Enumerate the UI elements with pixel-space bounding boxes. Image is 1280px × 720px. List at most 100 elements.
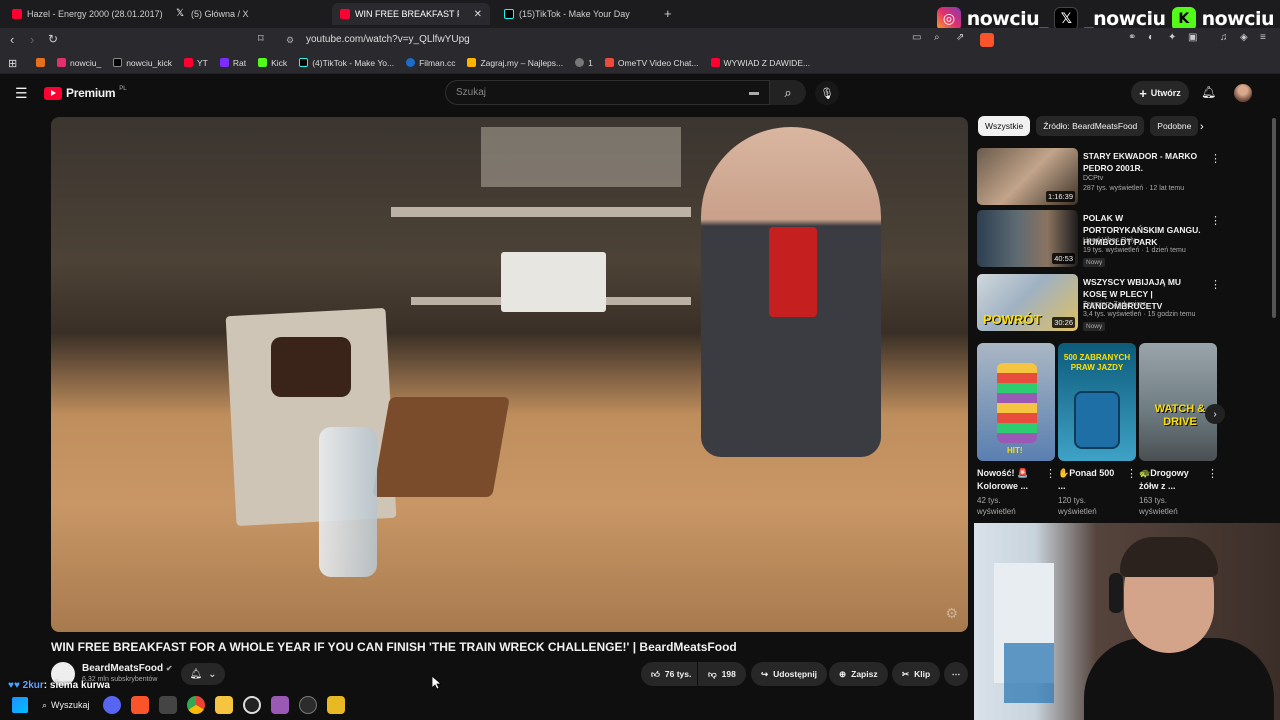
related-video[interactable]: 40:53 POLAK W PORTORYKAŃSKIM GANGU. HUMB… (977, 210, 1222, 270)
channel-name[interactable]: BeardMeatsFood ✔ (82, 663, 173, 674)
menu-icon[interactable]: ≡ (1260, 32, 1266, 43)
crayon-basket (372, 397, 510, 497)
bookmark-item[interactable]: nowciu_ (57, 58, 101, 68)
more-options-icon[interactable]: ⋮ (1210, 152, 1221, 165)
bookmark-item[interactable]: (4)TikTok - Make Yo... (299, 58, 394, 68)
short-title[interactable]: 🐢Drogowy żółw z ... (1139, 467, 1203, 493)
chrome-icon[interactable] (187, 696, 206, 714)
hamburger-menu-icon[interactable]: ☰ (15, 85, 28, 102)
share-page-icon[interactable]: ⇗ (956, 32, 964, 43)
related-video[interactable]: 1:16:39 STARY EKWADOR - MARKO PEDRO 2001… (977, 148, 1222, 208)
like-button[interactable]: 👍︎ 76 tys. (641, 662, 697, 686)
bookmark-item[interactable]: OmeTV Video Chat... (604, 58, 699, 68)
more-options-icon[interactable]: ⋮ (1045, 467, 1056, 480)
tab-label: WIN FREE BREAKFAST FOR A (355, 9, 459, 19)
bookmark-item[interactable]: Kick (258, 58, 287, 68)
short-item[interactable]: WATCH & DRIVE 🐢Drogowy żółw z ... 163 ty… (1139, 343, 1218, 523)
short-thumbnail[interactable]: 500 ZABRANYCH PRAW JAZDY (1058, 343, 1136, 461)
save-button[interactable]: ⊕ Zapisz (829, 662, 888, 686)
bookmark-item[interactable]: nowciu_kick (113, 58, 172, 68)
related-title[interactable]: STARY EKWADOR - MARKO PEDRO 2001r. (1083, 150, 1203, 174)
related-video[interactable]: POWRÓT 30:26 WSZYSCY WBIJAJĄ MU KOSĘ W P… (977, 274, 1222, 334)
related-channel[interactable]: Hood Vibes Only (1083, 237, 1135, 244)
taskbar-search[interactable]: ⌕ Wyszukaj (38, 700, 93, 711)
subscription-bell-button[interactable]: 🔔︎ ⌄ (181, 663, 225, 685)
extensions-puzzle-icon[interactable]: ✦ (1168, 32, 1176, 43)
sidebar-scrollbar[interactable] (1272, 118, 1276, 318)
bookmark-item[interactable]: Rat (219, 58, 246, 68)
short-item[interactable]: HIT! Nowość! 🚨 Kolorowe ... 42 tys. wyśw… (977, 343, 1056, 523)
microwave (501, 252, 606, 312)
folder-icon[interactable] (215, 696, 234, 714)
brave-shields-icon[interactable] (980, 33, 994, 47)
more-options-icon[interactable]: ⋮ (1210, 278, 1221, 291)
apps-grid-icon[interactable]: ⊞ (8, 57, 17, 70)
shorts-next-button[interactable]: › (1205, 404, 1225, 424)
video-player[interactable]: ⚙ (51, 117, 968, 632)
youtube-logo[interactable]: Premium PL (44, 86, 127, 100)
bookmark-folder[interactable] (36, 58, 45, 67)
bookmark-item[interactable]: WYWIAD Z DAWIDE... (710, 58, 810, 68)
short-thumbnail[interactable]: WATCH & DRIVE (1139, 343, 1217, 461)
vpn-icon[interactable]: ⚭ (1128, 32, 1136, 43)
bookmark-icon[interactable]: ⌑ (258, 32, 264, 45)
bookmark-item[interactable]: Zagraj.my – Najleps... (467, 58, 563, 68)
zoom-icon[interactable]: ⌕ (934, 32, 940, 43)
search-placeholder: Szukaj (456, 87, 487, 98)
chevron-right-icon[interactable]: › (1200, 121, 1204, 133)
account-avatar[interactable] (1234, 84, 1252, 102)
site-info-icon[interactable]: ⚙ (286, 30, 294, 50)
tab-tiktok[interactable]: (15)TikTok - Make Your Day (496, 3, 656, 25)
tab-x[interactable]: 𝕏 (5) Główna / X (168, 3, 328, 25)
new-tab-button[interactable]: + (664, 6, 672, 21)
close-tab-icon[interactable]: ✕ (468, 9, 482, 20)
video-thumbnail[interactable]: POWRÓT 30:26 (977, 274, 1078, 331)
create-button[interactable]: + Utwórz (1131, 81, 1189, 105)
chip-all[interactable]: Wszystkie (978, 116, 1031, 136)
related-channel[interactable]: Teemiorz Zadymiorz (1083, 301, 1146, 308)
more-options-icon[interactable]: ⋮ (1207, 467, 1218, 480)
short-title[interactable]: Nowość! 🚨 Kolorowe ... (977, 467, 1041, 493)
related-channel[interactable]: DCPtv (1083, 175, 1103, 182)
share-button[interactable]: ↪ Udostępnij (751, 662, 828, 686)
chip-similar[interactable]: Podobne (1150, 116, 1199, 136)
search-input[interactable]: Szukaj ▬ (445, 80, 770, 105)
tab-hazel[interactable]: Hazel - Energy 2000 (28.01.2017) - Yo (4, 3, 164, 25)
sidebar-icon[interactable]: ▣ (1188, 32, 1197, 43)
search-button[interactable]: ⌕ (770, 80, 806, 105)
dislike-button[interactable]: 👎︎ 198 (698, 662, 746, 686)
short-thumbnail[interactable]: HIT! (977, 343, 1055, 461)
notifications-bell-icon[interactable]: 🔔︎ (1201, 85, 1216, 99)
keyboard-icon[interactable]: ▬ (749, 81, 759, 104)
short-title[interactable]: ✋Ponad 500 ... (1058, 467, 1122, 493)
bookmark-item[interactable]: 1 (575, 58, 593, 68)
forward-arrow-icon[interactable]: › (30, 32, 34, 47)
settings-icon[interactable] (299, 696, 318, 714)
voice-search-button[interactable]: 🎙 (815, 81, 839, 105)
app-icon[interactable] (159, 696, 178, 714)
chip-source[interactable]: Źródło: BeardMeatsFood (1036, 116, 1145, 136)
media-icon[interactable]: ♫ (1220, 32, 1228, 43)
wallet-icon[interactable]: ◈ (1240, 32, 1248, 43)
more-options-icon[interactable]: ⋮ (1126, 467, 1137, 480)
short-item[interactable]: 500 ZABRANYCH PRAW JAZDY ✋Ponad 500 ... … (1058, 343, 1137, 523)
app-icon[interactable] (327, 696, 346, 714)
cast-icon[interactable]: ▭ (912, 32, 921, 43)
video-thumbnail[interactable]: 1:16:39 (977, 148, 1078, 205)
url-field[interactable]: ⚙ youtube.com/watch?v=y_QLlfwYUpg (280, 30, 990, 50)
extensions-icon[interactable]: ◐ (1148, 32, 1154, 43)
clip-button[interactable]: ✂ Klip (892, 662, 941, 686)
bookmark-item[interactable]: YT (184, 58, 208, 68)
obs-icon[interactable] (243, 696, 262, 714)
brave-icon[interactable] (131, 696, 150, 714)
windows-start-icon[interactable] (12, 697, 28, 713)
more-options-icon[interactable]: ⋮ (1210, 214, 1221, 227)
reload-icon[interactable]: ↻ (48, 32, 58, 46)
bookmark-item[interactable]: Filman.cc (406, 58, 455, 68)
discord-icon[interactable] (103, 696, 122, 714)
video-thumbnail[interactable]: 40:53 (977, 210, 1078, 267)
back-arrow-icon[interactable]: ‹ (10, 32, 14, 47)
tab-active-video[interactable]: WIN FREE BREAKFAST FOR A ✕ (332, 3, 490, 25)
more-actions-button[interactable]: ⋯ (944, 662, 968, 686)
app-icon[interactable] (271, 696, 290, 714)
